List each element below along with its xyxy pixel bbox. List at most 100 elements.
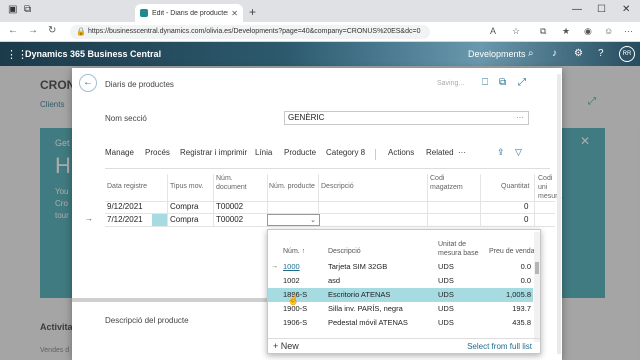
lookup-col-no[interactable]: Núm. ↑: [283, 247, 305, 256]
col-description[interactable]: Descripció: [321, 182, 354, 191]
grid-line: [534, 174, 535, 226]
url-text: https://businesscentral.dynamics.com/oli…: [88, 28, 421, 35]
page-title: Diaris de productes: [105, 80, 174, 89]
action-item[interactable]: Producte: [284, 148, 316, 157]
open-new-window-icon[interactable]: ⧉: [499, 77, 506, 88]
extensions-icon[interactable]: ⧉: [540, 26, 546, 37]
browser-tab[interactable]: Edit - Diaris de productes - Dyna ✕: [135, 4, 243, 22]
lookup-scrollbar[interactable]: [534, 232, 540, 342]
close-tab-icon[interactable]: ✕: [231, 9, 238, 18]
mouse-cursor-icon: ☝: [287, 295, 300, 306]
browser-menu-icon[interactable]: ···: [624, 26, 633, 36]
app-header: ⋮⋮ Dynamics 365 Business Central Develop…: [0, 42, 640, 66]
favicon-icon: [140, 9, 148, 17]
filter-icon[interactable]: ▽: [515, 147, 522, 158]
item-no-input[interactable]: ⌄: [267, 214, 320, 226]
action-post-print[interactable]: Registrar i imprimir: [180, 148, 247, 157]
col-document-no[interactable]: Núm. document: [216, 174, 247, 192]
minimize-icon[interactable]: —: [572, 4, 582, 15]
batch-name-field[interactable]: GENÈRIC ···: [284, 111, 529, 125]
col-posting-date[interactable]: Data registre: [107, 182, 147, 191]
environment-label: Developments: [468, 49, 526, 59]
new-tab-icon[interactable]: +: [249, 5, 256, 19]
action-related[interactable]: Related: [426, 148, 454, 157]
action-bar: Manage Procés Registrar i imprimir Línia…: [105, 147, 530, 162]
item-description-label: Descripció del producte: [105, 316, 189, 325]
window-close-icon[interactable]: ✕: [622, 4, 630, 15]
lookup-row-selected[interactable]: 1896-S Escritorio ATENAS UDS 1,005.8: [268, 288, 533, 302]
forward-icon[interactable]: →: [28, 25, 38, 36]
grid-line: [427, 174, 428, 226]
action-line[interactable]: Línia: [255, 148, 272, 157]
avatar[interactable]: RR: [619, 46, 635, 62]
lookup-row[interactable]: 1900-S Silla inv. PARÍS, negra UDS 193.7: [268, 302, 533, 316]
vertical-scrollbar[interactable]: [557, 74, 561, 354]
lookup-row[interactable]: 1906-S Pedestal móvil ATENAS UDS 435.8: [268, 316, 533, 330]
browser-tab-bar: ▣ ⧉ Edit - Diaris de productes - Dyna ✕ …: [0, 0, 640, 22]
tab-actions-icon[interactable]: ⧉: [24, 4, 31, 15]
row-date[interactable]: 7/12/2021: [107, 214, 143, 226]
profile-icon[interactable]: ☺: [604, 26, 613, 36]
action-manage[interactable]: Manage: [105, 148, 134, 157]
chevron-down-icon[interactable]: ⌄: [310, 216, 316, 224]
action-process[interactable]: Procés: [145, 148, 170, 157]
journal-lines-grid: Data registre Tipus mov. Núm. document N…: [72, 174, 562, 227]
lookup-row[interactable]: → 1000 Tarjeta SIM 32GB UDS 0.0: [268, 260, 533, 274]
row-type[interactable]: Compra: [170, 201, 198, 213]
search-icon[interactable]: ⌕: [528, 48, 534, 59]
new-item-button[interactable]: + New: [273, 341, 299, 351]
col-quantity[interactable]: Quantitat: [501, 182, 529, 191]
item-lookup-dropdown: Núm. ↑ Descripció Unitat de mesura base …: [267, 229, 541, 354]
app-title: Dynamics 365 Business Central: [25, 49, 162, 59]
gear-icon[interactable]: ⚙: [574, 48, 583, 59]
address-bar-row: ← → ↻ 🔒 https://businesscentral.dynamics…: [0, 22, 640, 42]
grid-line: [213, 174, 214, 226]
current-row-arrow-icon: →: [85, 214, 93, 223]
col-location[interactable]: Codi magatzem: [430, 174, 463, 192]
selected-cell[interactable]: [152, 214, 167, 226]
divider: [105, 168, 550, 169]
tab-title: Edit - Diaris de productes - Dyna: [152, 9, 229, 17]
action-category-8[interactable]: Category 8: [326, 148, 365, 157]
row-doc[interactable]: T00002: [216, 201, 243, 213]
edge-icon[interactable]: ◉: [584, 26, 592, 37]
refresh-icon[interactable]: ↻: [48, 25, 56, 36]
collections-icon[interactable]: ★: [562, 26, 570, 37]
lock-icon: 🔒: [76, 27, 86, 36]
row-date[interactable]: 9/12/2021: [107, 201, 143, 213]
row-doc[interactable]: T00002: [216, 214, 243, 226]
lookup-row[interactable]: 1002 asd UDS 0.0: [268, 274, 533, 288]
lookup-footer: + New Select from full list: [268, 338, 540, 354]
select-full-list-link[interactable]: Select from full list: [467, 342, 532, 351]
favorites-star-icon[interactable]: ☆: [512, 26, 520, 37]
browser-profile-icon[interactable]: ▣: [8, 4, 17, 15]
lookup-dots-icon[interactable]: ···: [516, 112, 524, 124]
col-entry-type[interactable]: Tipus mov.: [170, 182, 203, 191]
action-separator: [375, 149, 376, 160]
url-field[interactable]: 🔒 https://businesscentral.dynamics.com/o…: [70, 25, 430, 39]
grid-line: [167, 174, 168, 226]
expand-icon[interactable]: ⤢: [518, 77, 526, 88]
read-aloud-icon[interactable]: A: [490, 26, 496, 36]
back-button[interactable]: ←: [79, 74, 97, 92]
more-actions[interactable]: ···: [458, 148, 466, 157]
action-actions[interactable]: Actions: [388, 148, 414, 157]
row-qty[interactable]: 0: [524, 214, 528, 226]
bell-icon[interactable]: ♪: [552, 48, 557, 59]
lookup-col-uom[interactable]: Unitat de mesura base: [438, 240, 478, 258]
maximize-icon[interactable]: ☐: [597, 4, 606, 15]
batch-name-label: Nom secció: [105, 114, 147, 123]
bookmark-icon[interactable]: ⎕: [482, 77, 488, 88]
scrollbar-thumb[interactable]: [535, 262, 539, 274]
saving-status: Saving...: [437, 80, 465, 87]
back-icon[interactable]: ←: [8, 25, 18, 36]
row-qty[interactable]: 0: [524, 201, 528, 213]
horizontal-scrollbar[interactable]: [72, 298, 272, 302]
row-type[interactable]: Compra: [170, 214, 198, 226]
lookup-col-description[interactable]: Descripció: [328, 247, 361, 256]
share-icon[interactable]: ⇪: [497, 147, 505, 158]
grid-line: [105, 226, 555, 227]
col-item-no[interactable]: Núm. producte: [269, 182, 315, 191]
lookup-col-price[interactable]: Preu de venda: [489, 247, 535, 256]
help-icon[interactable]: ?: [598, 48, 604, 59]
